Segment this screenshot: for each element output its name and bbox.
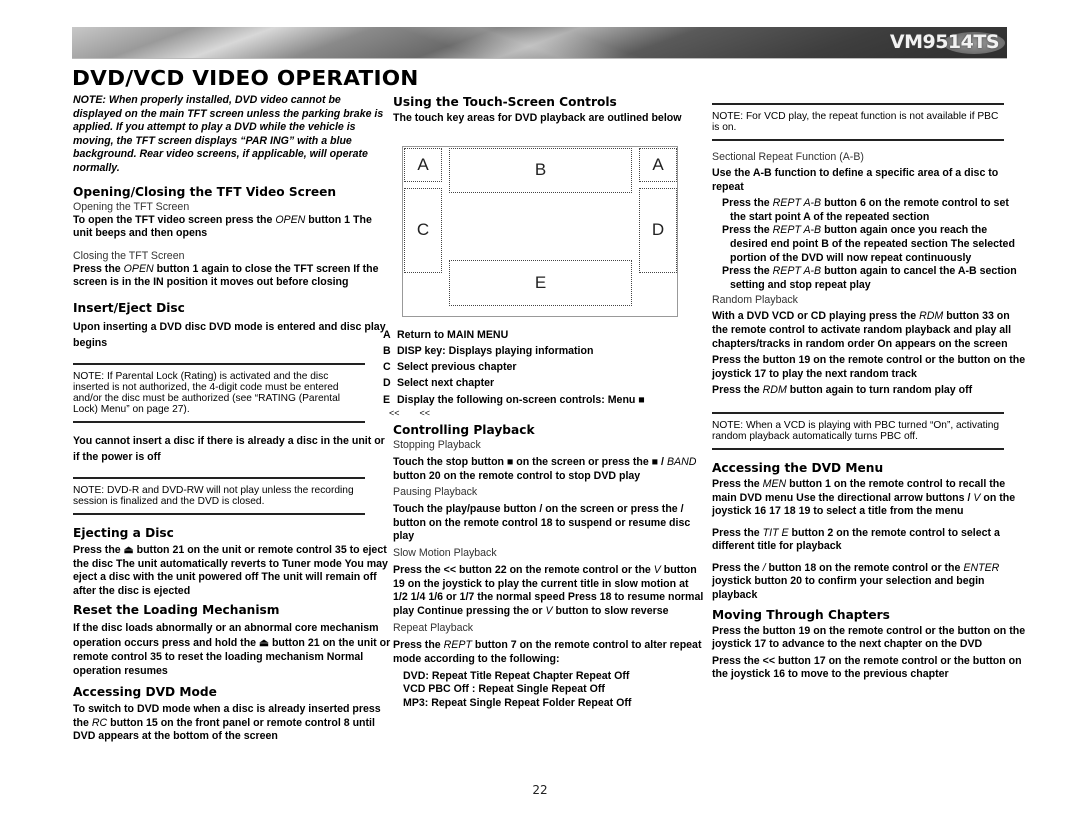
repeat-mode-item: MP3: Repeat Single Repeat Folder Repeat …: [403, 696, 632, 709]
column-left: NOTE: When properly installed, DVD video…: [73, 94, 391, 744]
ab-text: Use the A-B function to define a specifi…: [712, 167, 999, 193]
repeat-mode-item: DVD: Repeat Title Repeat Chapter Repeat …: [403, 669, 630, 682]
page-number: 22: [532, 783, 548, 797]
subheading-ab-repeat: Sectional Repeat Function (A-B): [712, 151, 864, 163]
ab-step: Press the REPT A-B button 6 on the remot…: [722, 197, 1009, 223]
heading-ejecting: Ejecting a Disc: [73, 525, 174, 540]
chapter-next-text: Press the button 19 on the remote contro…: [712, 624, 1026, 651]
closing-text: Press the OPEN button 1 again to close t…: [73, 262, 379, 289]
touch-zone-diagram: A B A C D E: [402, 145, 678, 317]
touch-zone-legend: A Return to MAIN MENU B DISP key: Displays…: [383, 327, 705, 418]
touch-intro: The touch key areas for DVD playback are…: [393, 112, 682, 124]
touch-zone-b[interactable]: B: [449, 147, 632, 193]
ab-steps-list: Press the REPT A-B button 6 on the remot…: [712, 197, 1027, 292]
legend-item: A Return to MAIN MENU: [383, 328, 509, 341]
menu-text: Press the MEN button 1 on the remote con…: [712, 477, 1016, 518]
touch-zone-c[interactable]: C: [404, 187, 442, 273]
repeat-text: Press the REPT button 7 on the remote co…: [393, 639, 702, 666]
pause-text: Touch the play/pause button / on the scr…: [393, 503, 691, 543]
touch-zone-a-right[interactable]: A: [639, 147, 677, 182]
eject-text: Press the ⏏ button 21 on the unit or rem…: [73, 543, 388, 597]
repeat-mode-item: VCD PBC Off : Repeat Single Repeat Off: [403, 683, 605, 696]
page-title: DVD/VCD VIDEO OPERATION: [72, 66, 419, 90]
subheading-stopping: Stopping Playback: [393, 439, 481, 452]
heading-reset: Reset the Loading Mechanism: [73, 603, 280, 618]
insert-text: Upon inserting a DVD disc DVD mode is en…: [73, 320, 386, 349]
heading-dvd-menu: Accessing the DVD Menu: [712, 460, 884, 475]
parking-brake-note: NOTE: When properly installed, DVD video…: [73, 94, 384, 174]
touch-zone-e[interactable]: E: [449, 259, 632, 306]
subheading-slow-motion: Slow Motion Playback: [393, 547, 497, 560]
touch-zone-a-left[interactable]: A: [404, 147, 442, 182]
subheading-opening: Opening the TFT Screen: [73, 200, 190, 213]
header-banner: VM9514TS: [72, 27, 1007, 59]
random-next-text: Press the button 19 on the remote contro…: [712, 354, 1026, 380]
column-right: NOTE: For VCD play, the repeat function …: [712, 94, 1027, 682]
ab-step: Press the REPT A-B button again once you…: [722, 224, 1015, 264]
model-number: VM9514TS: [889, 31, 1000, 53]
parental-lock-note: NOTE: If Parental Lock (Rating) is activ…: [73, 362, 365, 423]
subheading-pausing: Pausing Playback: [393, 486, 478, 499]
title-text: Press the TIT E button 2 on the remote c…: [712, 526, 1000, 553]
pbc-random-note: NOTE: When a VCD is playing with PBC tur…: [712, 411, 1004, 450]
heading-dvd-mode: Accessing DVD Mode: [73, 685, 217, 700]
stop-text: Touch the stop button ■ on the screen or…: [393, 456, 697, 482]
slow-motion-text: Press the << button 22 on the remote con…: [393, 564, 704, 617]
legend-item: D Select next chapter: [383, 377, 495, 390]
enter-text: Press the / button 18 on the remote cont…: [712, 561, 1000, 602]
heading-opening-closing: Opening/Closing the TFT Video Screen: [73, 184, 337, 199]
legend-item: E Display the following on-screen control…: [383, 393, 645, 406]
reset-text: If the disc loads abnormally or an abnor…: [73, 622, 391, 677]
heading-chapters: Moving Through Chapters: [712, 607, 890, 622]
opening-text: To open the TFT video screen press the O…: [73, 213, 372, 240]
column-middle: Using the Touch-Screen Controls The touc…: [383, 94, 705, 711]
heading-touch-screen: Using the Touch-Screen Controls: [393, 95, 617, 109]
dvd-mode-text: To switch to DVD mode when a disc is alr…: [73, 703, 381, 743]
heading-controlling-playback: Controlling Playback: [393, 423, 535, 438]
random-text: With a DVD VCD or CD playing press the R…: [712, 310, 1012, 350]
heading-insert-eject: Insert/Eject Disc: [73, 300, 185, 315]
legend-item: C Select previous chapter: [383, 361, 517, 374]
legend-e-continued: << <<: [389, 408, 431, 419]
touch-zone-d[interactable]: D: [639, 187, 677, 273]
subheading-random: Random Playback: [712, 294, 798, 307]
vcd-repeat-note: NOTE: For VCD play, the repeat function …: [712, 103, 1004, 141]
repeat-modes-list: DVD: Repeat Title Repeat Chapter Repeat …: [393, 670, 705, 711]
ab-step: Press the REPT A-B button again to cance…: [722, 265, 1017, 291]
random-off-text: Press the RDM button again to turn rando…: [712, 384, 973, 397]
chapter-prev-text: Press the << button 17 on the remote con…: [712, 654, 1022, 681]
subheading-repeat: Repeat Playback: [393, 622, 474, 635]
cannot-insert-text: You cannot insert a disc if there is alr…: [73, 434, 385, 463]
dvdr-note: NOTE: DVD-R and DVD-RW will not play unl…: [73, 476, 365, 515]
legend-item: B DISP key: Displays playing information: [383, 344, 594, 357]
subheading-closing: Closing the TFT Screen: [73, 249, 185, 262]
